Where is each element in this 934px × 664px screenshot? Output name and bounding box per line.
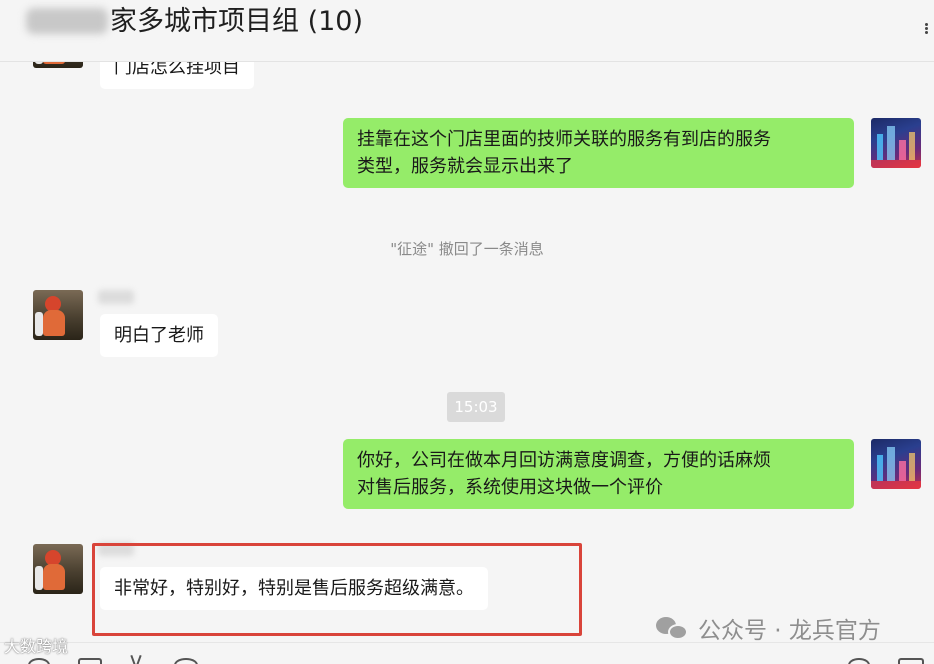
message-text-line: 类型，服务就会显示出来了 — [357, 156, 573, 177]
avatar[interactable] — [33, 544, 83, 594]
message-text-line: 挂靠在这个门店里面的技师关联的服务有到店的服务 — [357, 129, 771, 150]
watermark-text: 公众号 · 龙兵官方 — [698, 618, 881, 642]
message-text-line: 你好，公司在做本月回访满意度调查，方便的话麻烦 — [357, 450, 771, 471]
folder-icon[interactable] — [78, 658, 102, 664]
message-list: 门店怎么挂项目 挂靠在这个门店里面的技师关联的服务有到店的服务 类型，服务就会显… — [0, 62, 934, 642]
recall-notice: "征途" 撤回了一条消息 — [390, 240, 544, 258]
avatar[interactable] — [33, 290, 83, 340]
scissors-icon[interactable] — [130, 655, 142, 664]
chat-icon[interactable] — [174, 658, 198, 664]
avatar[interactable] — [871, 118, 921, 168]
title-redacted-part — [26, 8, 108, 34]
message-text: 门店怎么挂项目 — [114, 62, 240, 78]
message-text-line: 对售后服务，系统使用这块做一个评价 — [357, 477, 663, 498]
avatar[interactable] — [871, 439, 921, 489]
sender-nickname-redacted — [98, 290, 134, 304]
watermark: 公众号 · 龙兵官方 — [656, 613, 881, 642]
chat-title-text: 家多城市项目组 (10) — [110, 6, 364, 37]
message-bubble-sent: 你好，公司在做本月回访满意度调查，方便的话麻烦 对售后服务，系统使用这块做一个评… — [343, 439, 854, 509]
highlight-box — [92, 543, 582, 636]
message-bubble-sent: 挂靠在这个门店里面的技师关联的服务有到店的服务 类型，服务就会显示出来了 — [343, 118, 854, 188]
wechat-icon — [656, 615, 690, 641]
chat-header: 家多城市项目组 (10) — [0, 0, 934, 62]
message-bubble-received: 门店怎么挂项目 — [100, 62, 254, 89]
corner-watermark-text: 大数跨境 — [4, 637, 69, 656]
chat-title: 家多城市项目组 (10) — [26, 4, 363, 40]
input-toolbar — [0, 642, 934, 664]
video-icon[interactable] — [898, 658, 924, 664]
message-text: 明白了老师 — [114, 325, 204, 346]
timestamp-badge: 15:03 — [447, 392, 505, 422]
message-bubble-received: 明白了老师 — [100, 314, 218, 357]
avatar[interactable] — [33, 62, 83, 68]
more-icon[interactable] — [922, 22, 930, 38]
emoji-icon[interactable] — [28, 658, 50, 664]
corner-watermark: 大数跨境 — [4, 633, 68, 657]
phone-icon[interactable] — [848, 658, 870, 664]
